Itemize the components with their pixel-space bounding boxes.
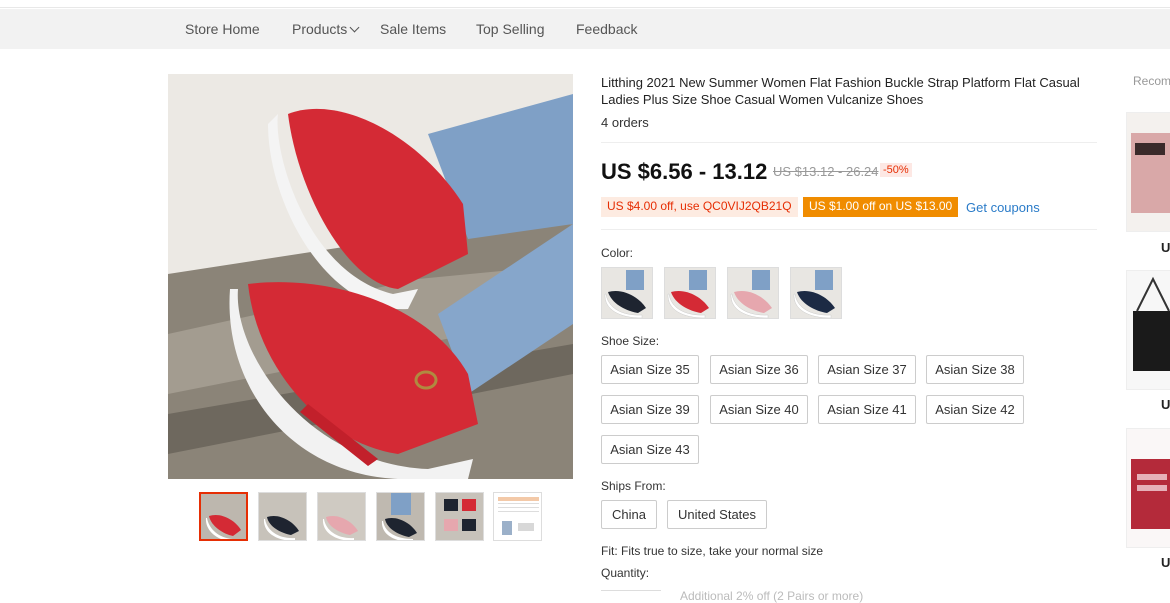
recommend-item-1[interactable] xyxy=(1126,112,1170,232)
recommend-item-2[interactable] xyxy=(1126,270,1170,390)
size-option-35[interactable]: Asian Size 35 xyxy=(601,355,699,384)
color-label: Color: xyxy=(601,246,634,260)
size-option-37[interactable]: Asian Size 37 xyxy=(818,355,916,384)
recommend-price-1: U xyxy=(1161,240,1170,255)
product-title: Litthing 2021 New Summer Women Flat Fash… xyxy=(601,75,1080,107)
nav-feedback[interactable]: Feedback xyxy=(576,21,637,37)
nav-products-label: Products xyxy=(292,21,348,37)
color-swatch-pink[interactable] xyxy=(727,267,779,319)
color-swatch-navy[interactable] xyxy=(790,267,842,319)
top-border xyxy=(0,0,1170,8)
size-option-39[interactable]: Asian Size 39 xyxy=(601,395,699,424)
store-nav: Store Home Products Sale Items Top Selli… xyxy=(0,9,1170,49)
store-coupon-code[interactable]: US $4.00 off, use QC0VIJ2QB21Q xyxy=(601,197,798,217)
divider xyxy=(601,142,1097,143)
get-coupons-link[interactable]: Get coupons xyxy=(966,200,1040,215)
recommend-price-3: U xyxy=(1161,555,1170,570)
size-option-40[interactable]: Asian Size 40 xyxy=(710,395,808,424)
size-option-41[interactable]: Asian Size 41 xyxy=(818,395,916,424)
original-price: US $13.12 - 26.24 xyxy=(773,164,879,179)
order-count: 4 orders xyxy=(601,115,649,130)
bulk-discount-note: Additional 2% off (2 Pairs or more) xyxy=(680,589,864,603)
thumbnail-5[interactable] xyxy=(435,492,484,541)
color-swatch-red[interactable] xyxy=(664,267,716,319)
color-swatch-black[interactable] xyxy=(601,267,653,319)
quantity-stepper[interactable] xyxy=(601,590,661,600)
ships-from-united-states[interactable]: United States xyxy=(667,500,767,529)
size-option-43[interactable]: Asian Size 43 xyxy=(601,435,699,464)
thumbnail-6-size-chart[interactable] xyxy=(493,492,542,541)
ships-from-label: Ships From: xyxy=(601,479,666,493)
nav-sale-items[interactable]: Sale Items xyxy=(380,21,446,37)
recommend-item-3[interactable] xyxy=(1126,428,1170,548)
thumbnail-1[interactable] xyxy=(199,492,248,541)
chevron-down-icon xyxy=(349,22,360,33)
discount-badge: -50% xyxy=(880,163,912,177)
fit-note: Fit: Fits true to size, take your normal… xyxy=(601,544,824,558)
nav-store-home[interactable]: Store Home xyxy=(185,21,260,37)
shoe-photo xyxy=(168,74,573,479)
quantity-label: Quantity: xyxy=(601,566,650,580)
size-option-38[interactable]: Asian Size 38 xyxy=(926,355,1024,384)
main-product-image[interactable] xyxy=(168,74,573,479)
price-range: US $6.56 - 13.12 xyxy=(601,159,768,184)
nav-products[interactable]: Products xyxy=(292,21,360,37)
thumbnail-4[interactable] xyxy=(376,492,425,541)
recommend-title: Recom xyxy=(1133,74,1170,88)
size-option-42[interactable]: Asian Size 42 xyxy=(926,395,1024,424)
recommend-price-2: U xyxy=(1161,397,1170,412)
thumbnail-2[interactable] xyxy=(258,492,307,541)
nav-top-selling[interactable]: Top Selling xyxy=(476,21,545,37)
shoe-size-label: Shoe Size: xyxy=(601,334,660,348)
store-coupon-threshold[interactable]: US $1.00 off on US $13.00 xyxy=(803,197,959,217)
ships-from-china[interactable]: China xyxy=(601,500,657,529)
size-option-36[interactable]: Asian Size 36 xyxy=(710,355,808,384)
thumbnail-3[interactable] xyxy=(317,492,366,541)
divider xyxy=(601,229,1097,230)
